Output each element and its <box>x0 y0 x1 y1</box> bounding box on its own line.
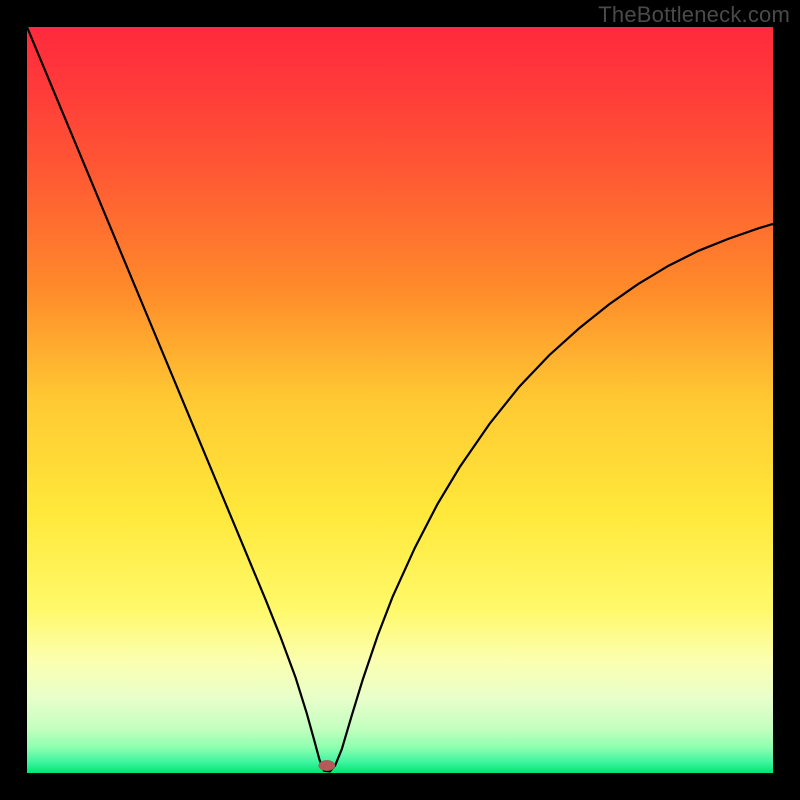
plot-area <box>27 27 773 773</box>
chart-frame: TheBottleneck.com <box>0 0 800 800</box>
gradient-background <box>27 27 773 773</box>
optimal-point-marker <box>319 760 335 770</box>
plot-svg <box>27 27 773 773</box>
watermark-label: TheBottleneck.com <box>598 2 790 28</box>
